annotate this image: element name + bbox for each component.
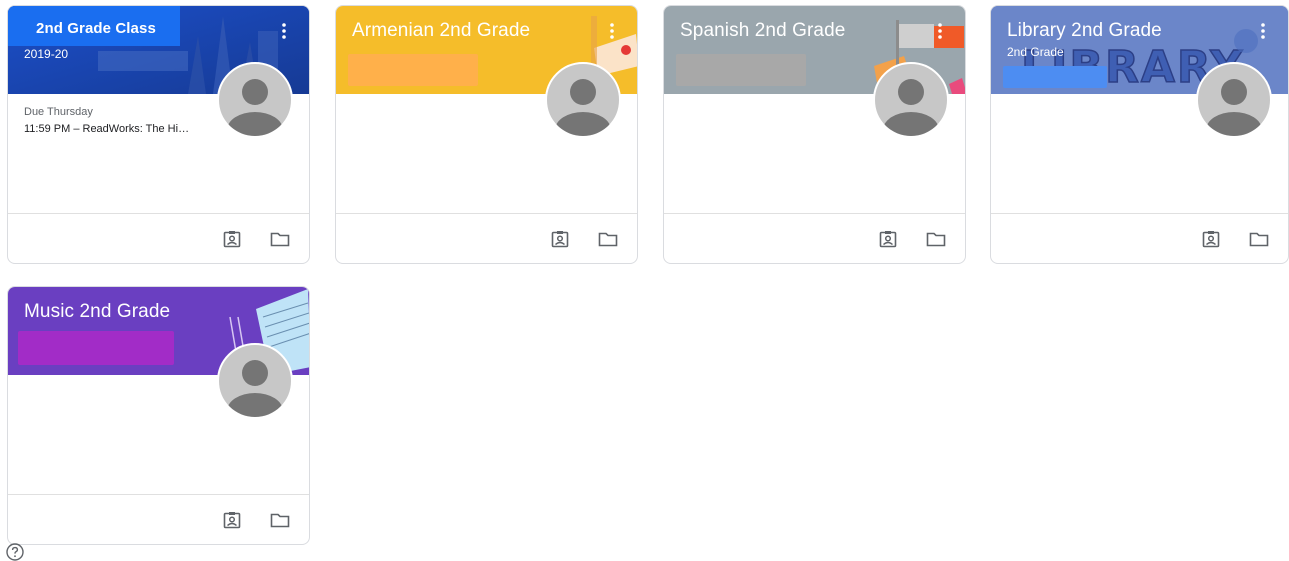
teacher-avatar	[545, 62, 621, 138]
class-card-footer	[991, 213, 1288, 263]
open-folder-button[interactable]	[925, 228, 947, 250]
help-button[interactable]	[6, 543, 24, 561]
class-title[interactable]: 2nd Grade Class	[36, 20, 156, 37]
your-work-icon	[551, 231, 569, 248]
class-card-footer	[8, 494, 309, 544]
assignment-link[interactable]: 11:59 PM – ReadWorks: The Hi…	[24, 123, 216, 135]
your-work-icon	[223, 231, 241, 248]
folder-icon	[598, 232, 618, 247]
upcoming-work: Due Thursday 11:59 PM – ReadWorks: The H…	[24, 106, 224, 135]
class-title[interactable]: Music 2nd Grade	[24, 301, 170, 323]
section-redacted	[18, 331, 174, 365]
class-title[interactable]: Armenian 2nd Grade	[352, 20, 530, 42]
class-card-library-2nd-grade[interactable]: LIBRARY Library 2nd Grade 2nd Grade	[990, 5, 1289, 264]
more-vert-icon	[1261, 23, 1265, 39]
folder-icon	[270, 513, 290, 528]
more-options-button[interactable]	[605, 20, 619, 42]
teacher-avatar	[873, 62, 949, 138]
class-title[interactable]: Library 2nd Grade	[1007, 20, 1162, 42]
more-vert-icon	[938, 23, 942, 39]
help-icon	[6, 543, 24, 561]
class-section: 2nd Grade	[1007, 45, 1064, 59]
your-work-icon	[879, 231, 897, 248]
folder-icon	[926, 232, 946, 247]
folder-icon	[270, 232, 290, 247]
teacher-avatar	[217, 343, 293, 419]
more-options-button[interactable]	[277, 20, 291, 42]
open-folder-button[interactable]	[269, 228, 291, 250]
class-card-footer	[8, 213, 309, 263]
person-icon	[555, 79, 611, 136]
your-work-button[interactable]	[221, 509, 243, 531]
person-icon	[1206, 79, 1262, 136]
your-work-icon	[1202, 231, 1220, 248]
person-icon	[883, 79, 939, 136]
your-work-button[interactable]	[877, 228, 899, 250]
class-card-footer	[664, 213, 965, 263]
section-redacted	[348, 54, 478, 86]
person-icon	[227, 79, 283, 136]
open-folder-button[interactable]	[269, 509, 291, 531]
folder-icon	[1249, 232, 1269, 247]
class-card-footer	[336, 213, 637, 263]
open-folder-button[interactable]	[597, 228, 619, 250]
teacher-avatar	[1196, 62, 1272, 138]
teacher-avatar	[217, 62, 293, 138]
more-options-button[interactable]	[933, 20, 947, 42]
class-section: 2019-20	[24, 47, 69, 61]
class-title[interactable]: Spanish 2nd Grade	[680, 20, 845, 42]
open-folder-button[interactable]	[1248, 228, 1270, 250]
class-card-music-2nd-grade[interactable]: Music 2nd Grade	[7, 286, 310, 545]
your-work-icon	[223, 512, 241, 529]
your-work-button[interactable]	[221, 228, 243, 250]
section-redacted	[676, 54, 806, 86]
class-card-armenian-2nd-grade[interactable]: Armenian 2nd Grade	[335, 5, 638, 264]
your-work-button[interactable]	[1200, 228, 1222, 250]
more-vert-icon	[282, 23, 286, 39]
person-icon	[227, 360, 283, 417]
more-vert-icon	[610, 23, 614, 39]
due-date-label: Due Thursday	[24, 106, 93, 118]
class-card-spanish-2nd-grade[interactable]: Spanish 2nd Grade	[663, 5, 966, 264]
more-options-button[interactable]	[1256, 20, 1270, 42]
class-card-2nd-grade-class[interactable]: 2nd Grade Class 2019-20 Due Thursday 11:…	[7, 5, 310, 264]
section-redacted	[1003, 66, 1107, 88]
your-work-button[interactable]	[549, 228, 571, 250]
